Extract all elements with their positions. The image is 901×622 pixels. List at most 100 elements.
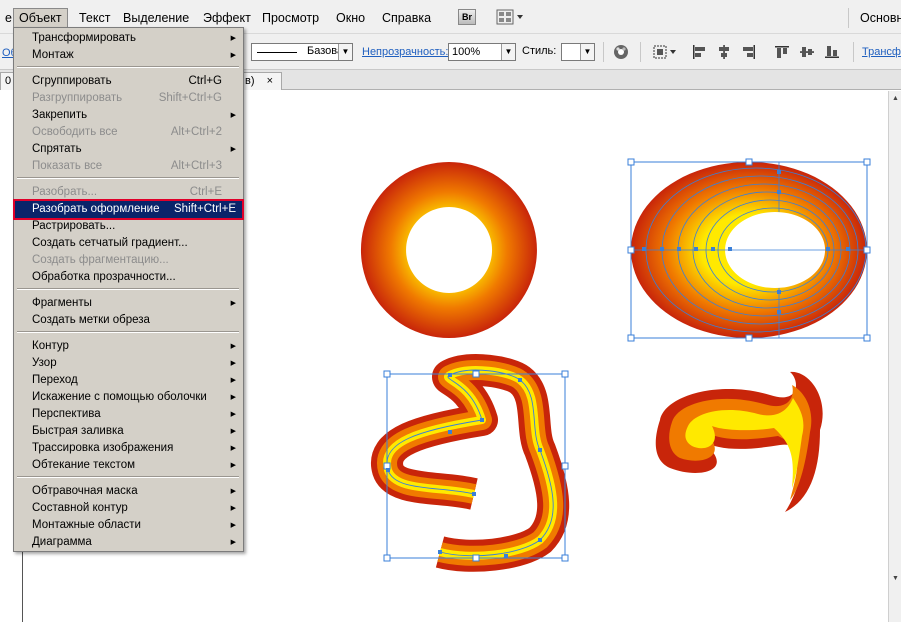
menu-item[interactable]: Обтравочная маска ▶	[15, 483, 242, 500]
arrange-documents-icon[interactable]	[496, 9, 526, 25]
menu-view[interactable]: Просмотр	[257, 8, 324, 28]
menu-item[interactable]: Растрировать...	[15, 218, 242, 235]
style-label: Стиль:	[522, 45, 557, 57]
workspace-switcher[interactable]: Основн	[855, 8, 901, 28]
menu-separator	[17, 177, 239, 179]
align-left-icon[interactable]	[691, 44, 707, 60]
menu-select[interactable]: Выделение	[118, 8, 194, 28]
menu-item-label: Разобрать оформление	[32, 203, 160, 215]
menu-separator	[17, 476, 239, 478]
submenu-arrow-icon: ▶	[230, 411, 236, 418]
align-right-icon[interactable]	[741, 44, 757, 60]
menu-item[interactable]: Контур ▶	[15, 338, 242, 355]
submenu-arrow-icon: ▶	[230, 445, 236, 452]
menu-item: Освободить все Alt+Ctrl+2	[15, 124, 242, 141]
menu-item[interactable]: Составной контур ▶	[15, 500, 242, 517]
menu-item[interactable]: Фрагменты ▶	[15, 295, 242, 312]
menu-item[interactable]: Создать метки обреза	[15, 312, 242, 329]
submenu-arrow-icon: ▶	[230, 522, 236, 529]
menu-item[interactable]: Трассировка изображения ▶	[15, 440, 242, 457]
menu-item[interactable]: Перспектива ▶	[15, 406, 242, 423]
menu-item-label: Узор	[32, 357, 57, 369]
chevron-down-icon[interactable]: ▼	[580, 44, 594, 60]
menu-item: Создать фрагментацию...	[15, 252, 242, 269]
menu-object[interactable]: Объект	[13, 8, 68, 28]
gradient-stroke-curve[interactable]	[371, 354, 570, 572]
menu-item-label: Переход	[32, 374, 78, 386]
chevron-down-icon[interactable]: ▼	[338, 44, 352, 60]
vertical-scrollbar[interactable]: ▲ ▼	[888, 91, 901, 622]
menu-separator	[17, 66, 239, 68]
menu-help[interactable]: Справка	[377, 8, 436, 28]
menu-separator	[848, 8, 849, 28]
submenu-arrow-icon: ▶	[230, 52, 236, 59]
menu-item[interactable]: Быстрая заливка ▶	[15, 423, 242, 440]
menu-item[interactable]: Спрятать ▶	[15, 141, 242, 158]
menu-item[interactable]: Искажение с помощью оболочки ▶	[15, 389, 242, 406]
chevron-down-icon[interactable]: ▼	[501, 44, 515, 60]
menu-item[interactable]: Монтаж ▶	[15, 47, 242, 64]
opacity-link[interactable]: Непрозрачность:	[362, 46, 448, 58]
menu-item[interactable]: Переход ▶	[15, 372, 242, 389]
menu-item-shortcut: Alt+Ctrl+2	[170, 126, 222, 138]
menu-item[interactable]: Узор ▶	[15, 355, 242, 372]
expanded-oval-ring[interactable]	[630, 162, 867, 338]
menu-item[interactable]: Обтекание текстом ▶	[15, 457, 242, 474]
menu-item-label: Обработка прозрачности...	[32, 271, 176, 283]
submenu-arrow-icon: ▶	[230, 539, 236, 546]
menu-effect[interactable]: Эффект	[198, 8, 256, 28]
graphic-style-select[interactable]: ▼	[561, 43, 595, 61]
menu-item-label: Фрагменты	[32, 297, 92, 309]
menu-item[interactable]: Сгруппировать Ctrl+G	[15, 73, 242, 90]
align-bottom-icon[interactable]	[824, 44, 840, 60]
menu-item-label: Обтравочная маска	[32, 485, 138, 497]
align-to-selection-icon[interactable]	[652, 44, 678, 60]
bridge-button[interactable]: Br	[458, 9, 476, 25]
menu-item: Показать все Alt+Ctrl+3	[15, 158, 242, 175]
align-middle-icon[interactable]	[799, 44, 815, 60]
submenu-arrow-icon: ▶	[230, 112, 236, 119]
menu-separator	[17, 288, 239, 290]
gradient-ring[interactable]	[360, 162, 537, 338]
toolbar-separator	[603, 42, 604, 62]
align-center-icon[interactable]	[716, 44, 732, 60]
menu-text[interactable]: Текст	[74, 8, 115, 28]
menu-item-label: Диаграмма	[32, 536, 92, 548]
menu-item[interactable]: Обработка прозрачности...	[15, 269, 242, 286]
menu-item-label: Создать фрагментацию...	[32, 254, 169, 266]
menu-item-label: Создать метки обреза	[32, 314, 150, 326]
menu-item-shortcut: Ctrl+G	[188, 75, 222, 87]
menu-item-label: Освободить все	[32, 126, 118, 138]
menu-item-shortcut: Shift+Ctrl+G	[158, 92, 222, 104]
submenu-arrow-icon: ▶	[230, 343, 236, 350]
toolbar-separator	[640, 42, 641, 62]
align-top-icon[interactable]	[774, 44, 790, 60]
document-tab-mode: в)	[245, 75, 255, 87]
menu-item[interactable]: Трансформировать ▶	[15, 30, 242, 47]
menu-item-label: Показать все	[32, 160, 103, 172]
menu-item-label: Сгруппировать	[32, 75, 112, 87]
menu-item[interactable]: Диаграмма ▶	[15, 534, 242, 551]
scroll-up-icon[interactable]: ▲	[890, 93, 901, 105]
menu-item[interactable]: Разобрать оформление Shift+Ctrl+E	[13, 199, 244, 220]
transform-link[interactable]: Трансф	[862, 46, 901, 58]
submenu-arrow-icon: ▶	[230, 394, 236, 401]
stroke-profile-select[interactable]: Базовая ▼	[251, 43, 353, 61]
menu-item[interactable]: Закрепить ▶	[15, 107, 242, 124]
recolor-artwork-icon[interactable]	[613, 44, 629, 60]
menu-item-label: Разгруппировать	[32, 92, 123, 104]
menu-window[interactable]: Окно	[331, 8, 370, 28]
toolbar-separator	[853, 42, 854, 62]
scroll-down-icon[interactable]: ▼	[890, 573, 901, 585]
submenu-arrow-icon: ▶	[230, 146, 236, 153]
submenu-arrow-icon: ▶	[230, 462, 236, 469]
menu-item-label: Контур	[32, 340, 69, 352]
menu-item[interactable]: Создать сетчатый градиент...	[15, 235, 242, 252]
menu-item-label: Монтажные области	[32, 519, 141, 531]
menu-item[interactable]: Монтажные области ▶	[15, 517, 242, 534]
gradient-swoosh-shape[interactable]	[655, 371, 823, 512]
close-icon[interactable]: ×	[267, 73, 273, 89]
menu-item-label: Монтаж	[32, 49, 74, 61]
menu-item-label: Закрепить	[32, 109, 88, 121]
opacity-input[interactable]: 100% ▼	[448, 43, 516, 61]
